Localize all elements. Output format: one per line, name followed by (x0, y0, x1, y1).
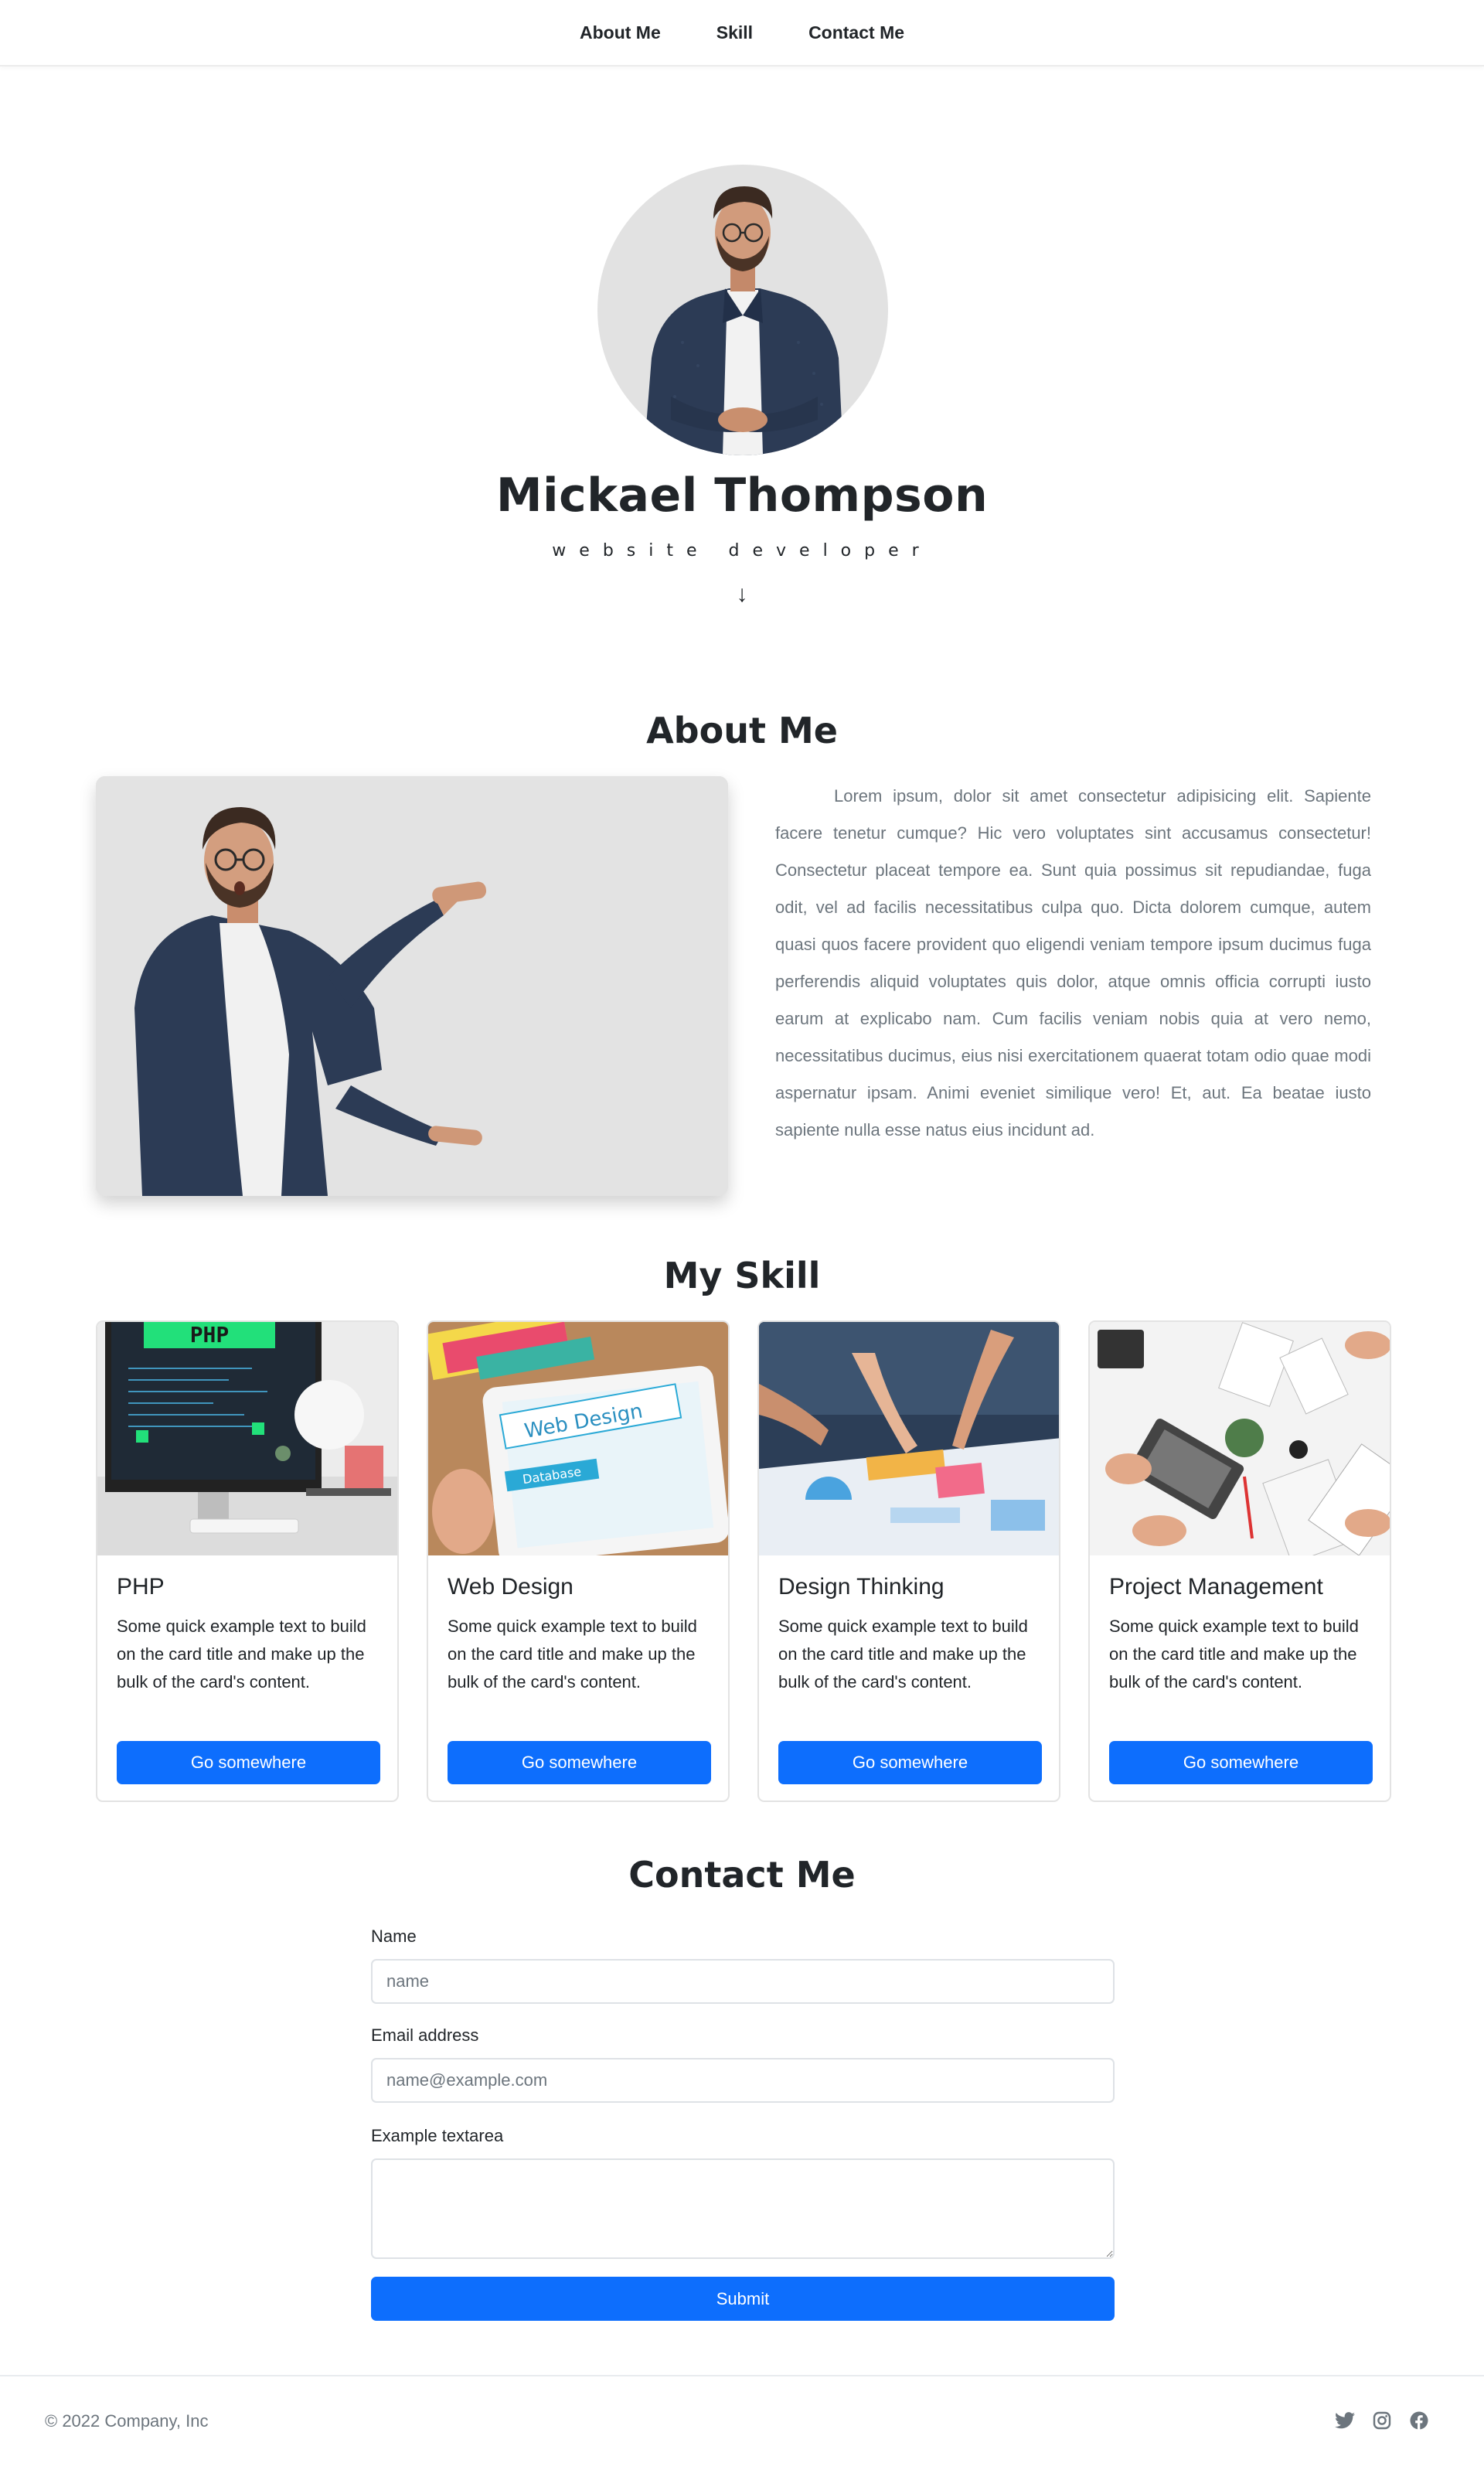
scroll-down-arrow-icon[interactable]: ↓ (0, 581, 1484, 608)
textarea-label: Example textarea (371, 2126, 504, 2145)
skill-card-text: Some quick example text to build on the … (778, 1617, 1028, 1692)
twitter-icon[interactable] (1333, 2408, 1357, 2433)
go-somewhere-button[interactable]: Go somewhere (117, 1741, 380, 1784)
go-somewhere-button[interactable]: Go somewhere (1109, 1741, 1373, 1784)
message-textarea[interactable] (371, 2158, 1115, 2259)
hero-name: Mickael Thompson (495, 468, 989, 523)
skill-card-text: Some quick example text to build on the … (448, 1617, 697, 1692)
skill-card-title: PHP (117, 1574, 165, 1600)
about-title: About Me (646, 710, 838, 751)
nav-link-about[interactable]: About Me (552, 22, 689, 43)
skill-image-php: PHP (97, 1322, 397, 1555)
email-input[interactable] (371, 2058, 1115, 2103)
go-somewhere-button[interactable]: Go somewhere (778, 1741, 1042, 1784)
about-photo (96, 776, 728, 1196)
name-label: Name (371, 1927, 417, 1946)
name-input[interactable] (371, 1959, 1115, 2004)
about-text: Lorem ipsum, dolor sit amet consectetur … (775, 786, 1371, 1140)
skill-card-title: Web Design (448, 1574, 574, 1600)
go-somewhere-button[interactable]: Go somewhere (448, 1741, 711, 1784)
copyright-text: © 2022 Company, Inc (45, 2411, 209, 2431)
skill-title: My Skill (663, 1255, 821, 1296)
footer: © 2022 Company, Inc (0, 2375, 1484, 2470)
skill-image-project-management (1090, 1322, 1390, 1555)
skill-card-php: PHP PHP Some quick example text to build… (96, 1320, 399, 1802)
php-banner-text: PHP (190, 1322, 230, 1347)
skill-image-web-design: Web Design Database (428, 1322, 728, 1555)
top-navbar: About Me Skill Contact Me (0, 0, 1484, 66)
skill-card-title: Design Thinking (778, 1574, 945, 1600)
nav-link-skill[interactable]: Skill (689, 22, 781, 43)
nav-link-contact[interactable]: Contact Me (781, 22, 932, 43)
submit-button[interactable]: Submit (371, 2277, 1115, 2321)
skill-image-design-thinking (759, 1322, 1059, 1555)
profile-photo (597, 165, 888, 455)
skill-card-web-design: Web Design Database Web Design Some quic… (427, 1320, 730, 1802)
skill-card-project-management: Project Management Some quick example te… (1088, 1320, 1391, 1802)
hero-role: website developer (552, 541, 932, 560)
facebook-icon[interactable] (1407, 2408, 1431, 2433)
instagram-icon[interactable] (1370, 2408, 1394, 2433)
contact-title: Contact Me (628, 1854, 856, 1896)
skill-card-design-thinking: Design Thinking Some quick example text … (757, 1320, 1060, 1802)
email-label: Email address (371, 2025, 479, 2045)
skill-card-text: Some quick example text to build on the … (1109, 1617, 1359, 1692)
skill-card-text: Some quick example text to build on the … (117, 1617, 366, 1692)
skill-card-title: Project Management (1109, 1574, 1323, 1600)
